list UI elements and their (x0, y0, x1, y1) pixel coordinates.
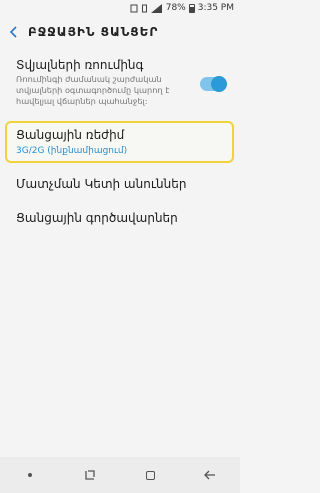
toggle-knob (211, 76, 227, 92)
chevron-left-icon (9, 26, 17, 38)
recent-apps-icon (85, 470, 95, 480)
back-nav-button[interactable] (190, 457, 230, 493)
square-icon (145, 470, 155, 480)
battery-icon (188, 3, 195, 13)
status-bar: 78% 3:35 PM (0, 0, 240, 16)
setting-data-roaming[interactable]: Տվյալների ռոումինգ Ռոումինգի ժամանակ շար… (0, 54, 240, 114)
back-button[interactable] (0, 16, 28, 48)
setting-access-point-names[interactable]: Մատչման Կետի անուններ (0, 170, 240, 200)
app-bar: ԲՋՋԱՅԻՆ ՑԱՆՑԵՐ (0, 16, 240, 48)
setting-description: Ռոումինգի ժամանակ շարժական տվյալների օգտ… (16, 74, 170, 106)
home-button[interactable] (130, 457, 170, 493)
recents-button[interactable] (10, 457, 50, 493)
setting-network-mode[interactable]: Ցանցային ռեժիմ 3G/2G (ինքնամիացում) (0, 121, 240, 163)
arrow-left-icon (204, 470, 215, 480)
setting-title: Ցանցային գործավարներ (16, 211, 178, 225)
setting-network-operators[interactable]: Ցանցային գործավարներ (0, 205, 240, 235)
vibrate-icon (141, 4, 147, 12)
dot-icon (28, 473, 32, 477)
signal-icon (150, 3, 162, 13)
nfc-icon (130, 4, 138, 12)
setting-value: 3G/2G (ինքնամիացում) (16, 146, 128, 156)
navigation-bar (0, 457, 240, 493)
page-title: ԲՋՋԱՅԻՆ ՑԱՆՑԵՐ (28, 25, 159, 39)
screen: 78% 3:35 PM ԲՋՋԱՅԻՆ ՑԱՆՑԵՐ Տվյալների ռոո… (0, 0, 240, 493)
setting-title: Մատչման Կետի անուններ (16, 177, 187, 191)
setting-title: Տվյալների ռոումինգ (16, 58, 144, 72)
overview-button[interactable] (70, 457, 110, 493)
clock: 3:35 PM (197, 3, 234, 13)
battery-percent: 78% (165, 3, 186, 13)
setting-title: Ցանցային ռեժիմ (16, 128, 125, 142)
data-roaming-toggle[interactable] (200, 76, 227, 92)
